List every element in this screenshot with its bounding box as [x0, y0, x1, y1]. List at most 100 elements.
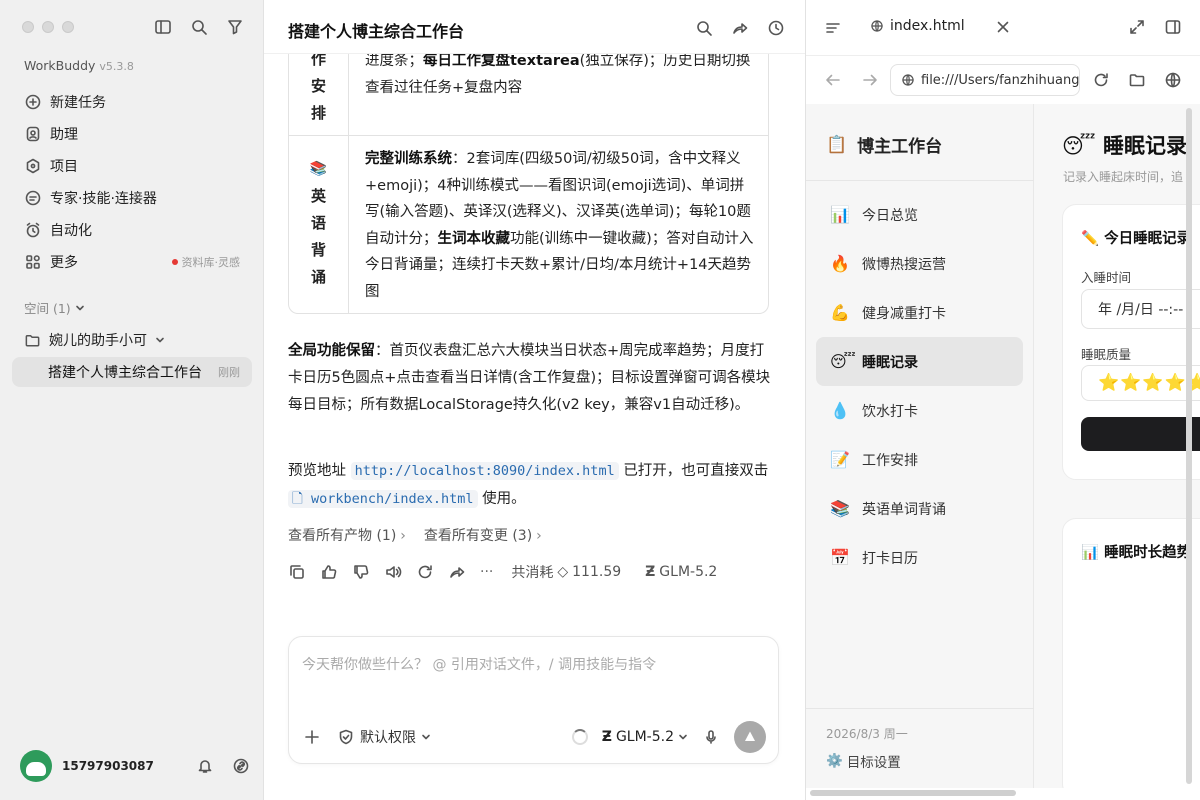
preview-vertical-scrollbar[interactable] — [1186, 108, 1192, 784]
memo-icon: 📝 — [830, 450, 850, 469]
page-title: 搭建个人博主综合工作台 — [288, 22, 465, 41]
clipboard-icon: 📋 — [826, 134, 848, 155]
back-arrow-icon[interactable] — [824, 71, 842, 89]
view-artifacts-link[interactable]: 查看所有产物 (1) › — [288, 525, 406, 545]
speaker-icon[interactable] — [384, 563, 402, 581]
site-nav-fitness[interactable]: 💪 健身减重打卡 — [816, 288, 1023, 337]
panel-toggle-icon[interactable] — [1164, 18, 1182, 36]
sidebar-item-projects[interactable]: 项目 — [12, 150, 252, 182]
refresh-icon[interactable] — [416, 563, 434, 581]
sidebar-item-experts[interactable]: 专家·技能·连接器 — [12, 182, 252, 214]
send-button[interactable] — [734, 721, 766, 753]
permission-dropdown[interactable]: 默认权限 — [337, 727, 431, 747]
task-item-active[interactable]: 搭建个人博主综合工作台 刚刚 — [12, 357, 252, 387]
alarm-clock-icon — [26, 222, 40, 238]
chevron-right-icon: › — [536, 528, 542, 544]
more-dots-icon[interactable]: ··· — [480, 564, 493, 580]
site-sidebar: 📋 博主工作台 📊 今日总览 🔥 微博热搜运营 💪 健身减重打卡 😴 睡眠记录 💧 饮水打… — [806, 104, 1034, 788]
assistant-icon — [26, 126, 40, 142]
close-tab-icon[interactable] — [994, 18, 1012, 36]
bell-icon[interactable] — [196, 757, 214, 775]
chart-icon: 📊 — [830, 205, 850, 224]
zoom-window-button[interactable] — [62, 21, 74, 33]
preview-horizontal-scrollbar[interactable] — [810, 790, 1016, 796]
fire-icon: 🔥 — [830, 254, 850, 273]
search-icon[interactable] — [695, 19, 713, 37]
forward-arrow-icon[interactable] — [861, 71, 879, 89]
avatar[interactable] — [20, 750, 52, 782]
preview-tab-bar: index.html — [806, 0, 1200, 56]
preview-url-link[interactable]: http://localhost:8090/index.html — [350, 462, 619, 480]
grid-icon — [26, 255, 40, 269]
today-sleep-card: ✏️ 今日睡眠记录 入睡时间 年 /月/日 --:-- 睡眠质量 ⭐⭐⭐⭐⭐ — [1062, 204, 1200, 480]
thumbs-up-icon[interactable] — [320, 563, 338, 581]
globe-icon — [902, 74, 914, 86]
share-icon[interactable] — [731, 19, 749, 37]
sidebar-item-more[interactable]: 更多 资料库·灵感 — [12, 246, 252, 278]
shield-check-icon — [339, 729, 353, 745]
sleep-quality-select[interactable]: ⭐⭐⭐⭐⭐ — [1081, 365, 1200, 401]
toggle-sidebar-icon[interactable] — [154, 18, 172, 36]
search-icon[interactable] — [190, 18, 208, 36]
chevron-right-icon: › — [400, 528, 406, 544]
chevron-down-icon — [422, 734, 430, 740]
app-name: WorkBuddy v5.3.8 — [24, 58, 134, 73]
chevron-down-icon — [75, 305, 84, 310]
site-nav-water[interactable]: 💧 饮水打卡 — [816, 386, 1023, 435]
table-row: 📚 英语背诵 完整训练系统：2套词库(四级50词/初级50词，含中文释义+emo… — [289, 136, 768, 313]
link-icon[interactable] — [232, 757, 250, 775]
folder-item[interactable]: 婉儿的助手小可 — [12, 326, 252, 354]
folder-icon[interactable] — [1128, 71, 1146, 89]
filter-icon[interactable] — [226, 18, 244, 36]
history-clock-icon[interactable] — [767, 19, 785, 37]
site-nav-work[interactable]: 📝 工作安排 — [816, 435, 1023, 484]
file-icon: 🗋 — [292, 491, 311, 507]
browser-globe-icon[interactable] — [1164, 71, 1182, 89]
site-main: 😴 睡眠记录 记录入睡起床时间，追 ✏️ 今日睡眠记录 入睡时间 年 /月/日 … — [1034, 104, 1200, 788]
save-sleep-button[interactable] — [1081, 417, 1200, 451]
reload-icon[interactable] — [1092, 71, 1110, 89]
add-icon[interactable] — [303, 728, 321, 746]
url-input[interactable]: file:///Users/fanzhihuang — [890, 64, 1080, 96]
menu-lines-icon[interactable] — [824, 19, 842, 37]
more-badge: 资料库·灵感 — [171, 254, 240, 270]
books-icon: 📚 — [830, 499, 850, 518]
site-nav-calendar[interactable]: 📅 打卡日历 — [816, 533, 1023, 582]
composer-input[interactable]: 今天帮你做些什么？ @ 引用对话文件，/ 调用技能与指令 — [302, 654, 656, 674]
user-row: 15797903087 — [20, 748, 250, 784]
global-features-paragraph: 全局功能保留：首页仪表盘汇总六大模块当日状态+周完成率趋势；月度打卡日历5色圆点… — [288, 343, 771, 413]
feature-table: 作安排 进度条；每日工作复盘textarea(独立保存)；历史日期切换 查看过往… — [288, 30, 769, 314]
sidebar-item-automation[interactable]: 自动化 — [12, 214, 252, 246]
sidebar-item-new-task[interactable]: 新建任务 — [12, 86, 252, 118]
copy-icon[interactable] — [288, 563, 306, 581]
tab-index-html[interactable]: index.html — [870, 18, 965, 34]
notification-dot-icon — [171, 259, 178, 265]
sleep-time-input[interactable]: 年 /月/日 --:-- — [1081, 289, 1200, 329]
user-id: 15797903087 — [62, 759, 154, 773]
expand-icon[interactable] — [1128, 18, 1146, 36]
view-changes-link[interactable]: 查看所有变更 (3) › — [424, 525, 542, 545]
site-nav-english[interactable]: 📚 英语单词背诵 — [816, 484, 1023, 533]
space-header[interactable]: 空间 (1) — [24, 298, 85, 317]
sidebar-item-assistant[interactable]: 助理 — [12, 118, 252, 150]
sleep-page-subtitle: 记录入睡起床时间，追 — [1063, 170, 1184, 184]
project-icon — [26, 158, 40, 174]
site-brand: 📋 博主工作台 — [826, 134, 943, 158]
books-icon: 📚 — [309, 161, 328, 177]
site-nav-sleep[interactable]: 😴 睡眠记录 — [816, 337, 1023, 386]
sleep-page-title: 😴 睡眠记录 — [1062, 134, 1187, 158]
minimize-window-button[interactable] — [42, 21, 54, 33]
file-link[interactable]: 🗋 workbench/index.html — [288, 490, 478, 508]
model-selector[interactable]: Ƶ GLM-5.2 — [602, 729, 688, 745]
goal-settings-button[interactable]: ⚙️ 目标设置 — [826, 751, 901, 771]
site-nav-overview[interactable]: 📊 今日总览 — [816, 190, 1023, 239]
chat-panel: 作安排 进度条；每日工作复盘textarea(独立保存)；历史日期切换 查看过往… — [264, 0, 805, 800]
close-window-button[interactable] — [22, 21, 34, 33]
site-nav-weibo[interactable]: 🔥 微博热搜运营 — [816, 239, 1023, 288]
site-date: 2026/8/3 周一 — [826, 727, 908, 741]
share-icon[interactable] — [448, 563, 466, 581]
token-consumption: 共消耗 ◇ 111.59 — [511, 564, 622, 581]
microphone-icon[interactable] — [702, 728, 720, 746]
thumbs-down-icon[interactable] — [352, 563, 370, 581]
folder-icon — [25, 334, 40, 346]
